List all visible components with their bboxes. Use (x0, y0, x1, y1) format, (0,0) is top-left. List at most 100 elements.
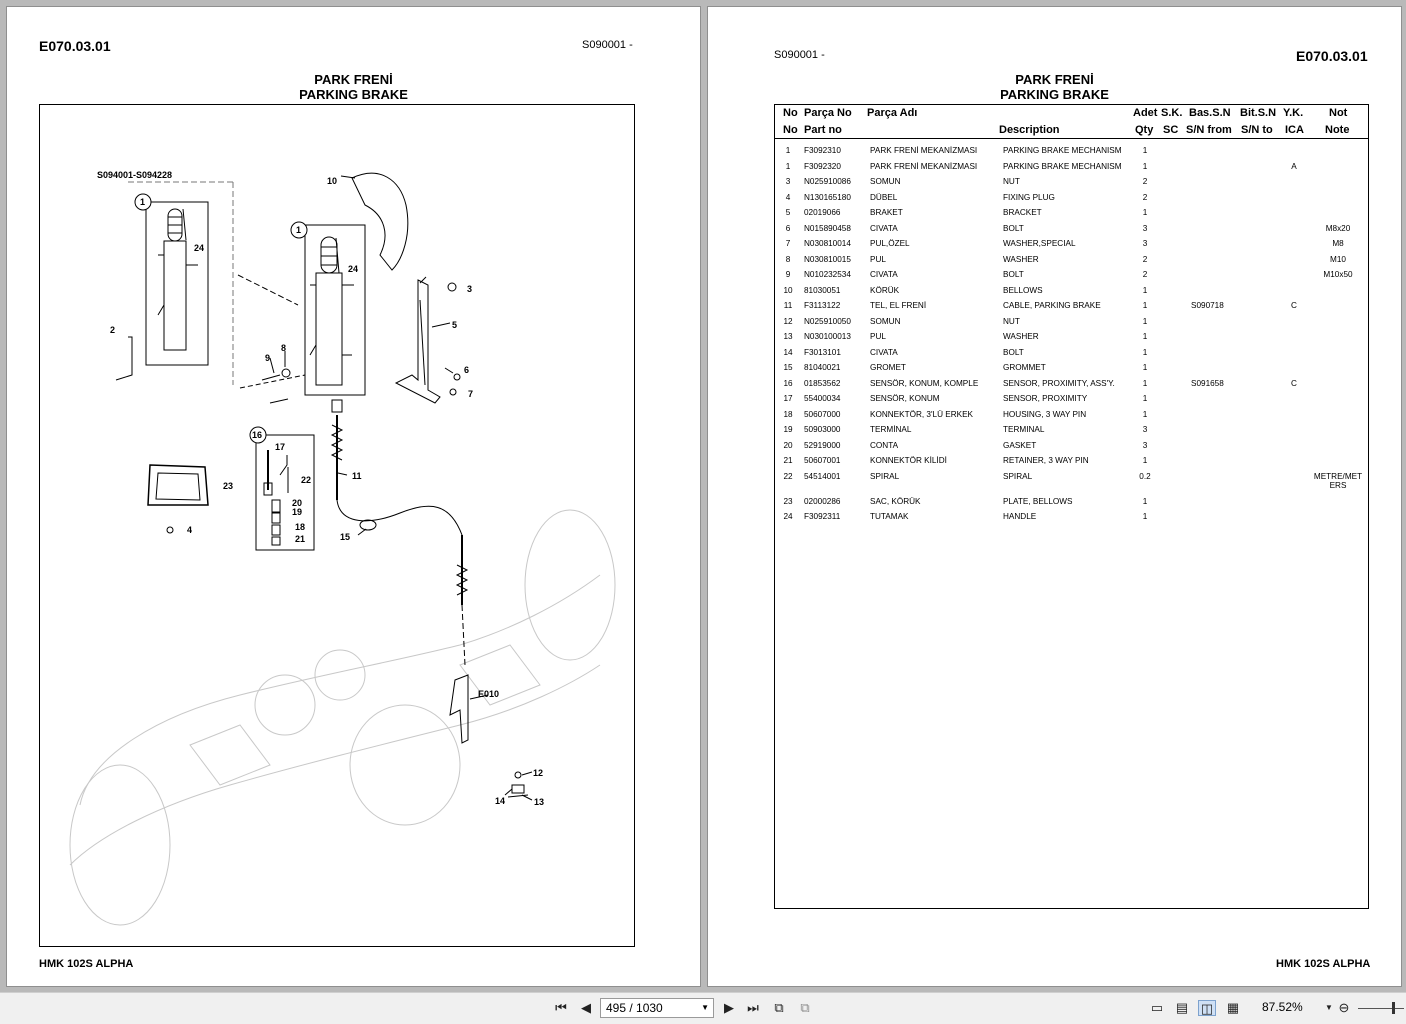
cell-en: RETAINER, 3 WAY PIN (1003, 456, 1089, 465)
cell-no: 19 (783, 425, 793, 434)
page-code: E070.03.01 (39, 38, 111, 54)
table-row: 9 N010232534 CIVATA BOLT 2 M10x50 (775, 270, 1370, 284)
chevron-down-icon[interactable]: ▼ (701, 999, 709, 1017)
table-row: 24 F3092311 TUTAMAK HANDLE 1 (775, 512, 1370, 526)
callout: 24 (348, 264, 358, 274)
cell-tr: CIVATA (870, 270, 898, 279)
cell-qty: 1 (1142, 332, 1148, 341)
cell-en: GASKET (1003, 441, 1037, 450)
cell-en: GROMMET (1003, 363, 1046, 372)
prev-page-icon[interactable]: ◀ (577, 1000, 595, 1016)
col-header: SC (1163, 124, 1179, 136)
cell-no: 23 (783, 497, 793, 506)
table-row: 21 50607001 KONNEKTÖR KİLİDİ RETAINER, 3 WA… (775, 456, 1370, 470)
title-tr: PARK FRENİ (314, 72, 393, 87)
next-page-icon[interactable]: ▶ (720, 1000, 738, 1016)
col-header: Bit.S.N (1240, 107, 1277, 119)
cell-tr: GROMET (870, 363, 906, 372)
col-header: Parça Adı (867, 107, 918, 119)
col-header: Bas.S.N (1189, 107, 1231, 119)
single-page-icon[interactable]: ▭ (1148, 1000, 1166, 1016)
cell-note: M8 (1332, 239, 1344, 248)
table-row: 16 01853562 SENSÖR, KONUM, KOMPLE SENSOR, P… (775, 379, 1370, 393)
table-row: 6 N015890458 CIVATA BOLT 3 M8x20 (775, 224, 1370, 238)
first-page-icon[interactable]: ⏮ (552, 1000, 570, 1016)
callout: 3 (467, 284, 472, 294)
callout: 12 (533, 768, 543, 778)
col-header: S.K. (1161, 107, 1183, 119)
cell-qty: 1 (1142, 286, 1148, 295)
cell-note: M10x50 (1323, 270, 1353, 279)
callout: 6 (464, 365, 469, 375)
cell-part: N030810015 (804, 255, 851, 264)
cell-no: 16 (783, 379, 793, 388)
cell-qty: 1 (1142, 379, 1148, 388)
cell-tr: PUL (870, 332, 886, 341)
cell-part: 54514001 (804, 472, 841, 481)
cell-qty: 1 (1142, 146, 1148, 155)
cell-en: BOLT (1003, 224, 1024, 233)
cell-no: 14 (783, 348, 793, 357)
cell-no: 12 (783, 317, 793, 326)
cell-en: PLATE, BELLOWS (1003, 497, 1073, 506)
table-row: 17 55400034 SENSÖR, KONUM SENSOR, PROXIMITY… (775, 394, 1370, 408)
table-row: 1 F3092310 PARK FRENİ MEKANİZMASI PARKING B… (775, 146, 1370, 160)
callout: 10 (327, 176, 337, 186)
callout: 17 (275, 442, 285, 452)
cell-no: 9 (785, 270, 791, 279)
cell-en: FIXING PLUG (1003, 193, 1055, 202)
cell-qty: 2 (1142, 255, 1148, 264)
cell-part: N030100013 (804, 332, 851, 341)
title-tr: PARK FRENİ (1015, 72, 1094, 87)
cell-part: 02000286 (804, 497, 841, 506)
cell-qty: 2 (1142, 270, 1148, 279)
cell-part: 50607001 (804, 456, 841, 465)
go-back-icon[interactable]: ⧉ (770, 1000, 788, 1016)
callout: 1 (296, 225, 301, 235)
table-row: 1 F3092320 PARK FRENİ MEKANİZMASI PARKING B… (775, 162, 1370, 176)
last-page-icon[interactable]: ⏭ (744, 1000, 762, 1016)
page-code: E070.03.01 (1296, 48, 1368, 64)
zoom-out-icon[interactable]: ⊖ (1335, 1000, 1353, 1016)
cell-tr: PARK FRENİ MEKANİZMASI (870, 162, 978, 171)
callout: 5 (452, 320, 457, 330)
cell-tr: SENSÖR, KONUM (870, 394, 940, 403)
cell-no: 13 (783, 332, 793, 341)
cell-part: F3092320 (804, 162, 841, 171)
cell-no: 18 (783, 410, 793, 419)
cell-note: M8x20 (1325, 224, 1351, 233)
col-header: Adet (1133, 107, 1158, 119)
go-forward-icon[interactable]: ⧉ (796, 1000, 814, 1016)
table-row: 22 54514001 SPIRAL SPIRAL 0.2 METRE/MET ERS (775, 472, 1370, 490)
parts-table: No Parça No Parça Adı Adet S.K. Bas.S.N … (774, 104, 1369, 909)
two-page-icon[interactable]: ◫ (1198, 1000, 1216, 1016)
cell-part: F3113122 (804, 301, 841, 310)
cell-tr: SAC, KÖRÜK (870, 497, 921, 506)
zoom-slider[interactable] (1358, 1008, 1404, 1009)
callout: 15 (340, 532, 350, 542)
table-row: 18 50607000 KONNEKTÖR, 3'LÜ ERKEK HOUSING, … (775, 410, 1370, 424)
callout: 18 (295, 522, 305, 532)
page-footer: HMK 102S ALPHA (1276, 958, 1371, 970)
page-number-input[interactable]: 495 / 1030 ▼ (600, 998, 714, 1018)
table-row: 13 N030100013 PUL WASHER 1 (775, 332, 1370, 346)
cell-en: CABLE, PARKING BRAKE (1003, 301, 1101, 310)
cell-no: 21 (783, 456, 793, 465)
zoom-slider-thumb[interactable] (1392, 1002, 1395, 1014)
cell-tr: CONTA (870, 441, 899, 450)
cell-ica: C (1291, 379, 1297, 388)
continuous-icon[interactable]: ▤ (1173, 1000, 1191, 1016)
col-header: ICA (1285, 124, 1304, 136)
cell-no: 11 (783, 301, 793, 310)
cell-sn-from: S090718 (1191, 301, 1224, 310)
cell-qty: 1 (1142, 497, 1148, 506)
cell-part: 52919000 (804, 441, 841, 450)
cell-tr: SOMUN (870, 177, 901, 186)
callout: 22 (301, 475, 311, 485)
callout: 1 (140, 197, 145, 207)
cell-ica: C (1291, 301, 1297, 310)
cell-tr: TUTAMAK (870, 512, 909, 521)
cell-qty: 1 (1142, 208, 1148, 217)
callout: E010 (478, 689, 499, 699)
two-page-continuous-icon[interactable]: ▦ (1224, 1000, 1242, 1016)
